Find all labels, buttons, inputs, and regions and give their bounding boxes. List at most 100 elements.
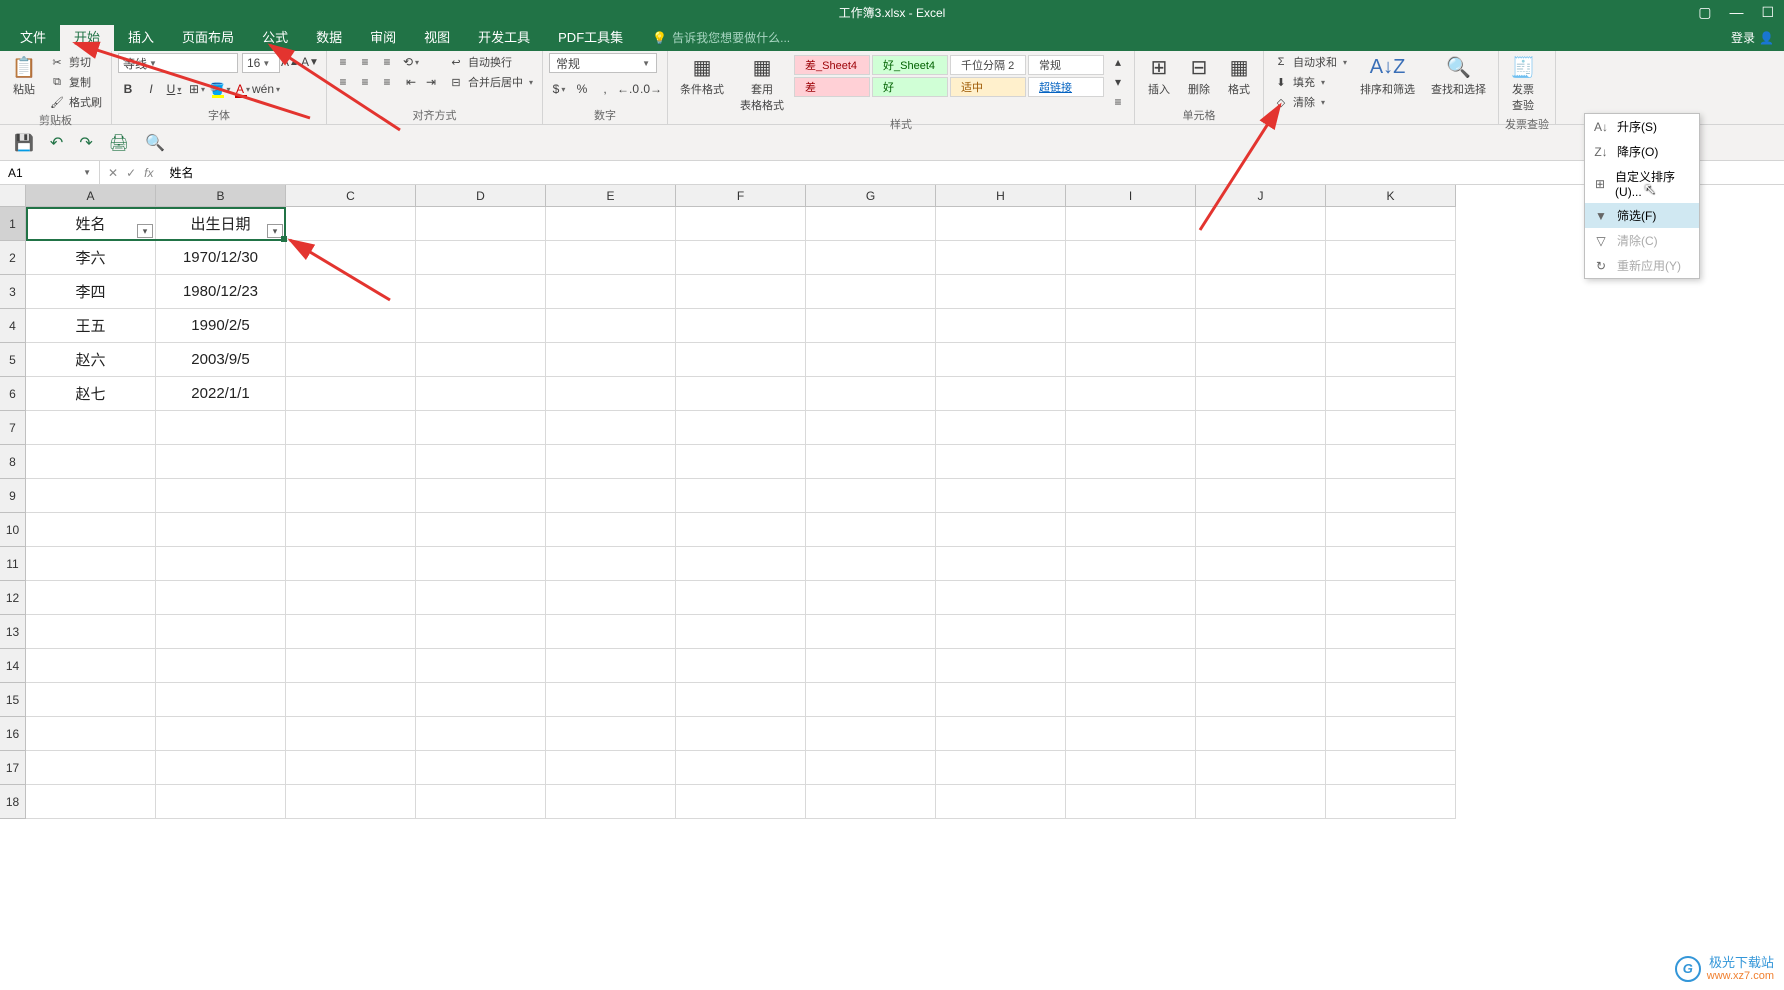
cell-B14[interactable] [156,649,286,683]
enter-formula-icon[interactable]: ✓ [126,166,136,180]
cell-E3[interactable] [546,275,676,309]
cell-E17[interactable] [546,751,676,785]
cell-E2[interactable] [546,241,676,275]
cell-G16[interactable] [806,717,936,751]
cell-I9[interactable] [1066,479,1196,513]
cell-E14[interactable] [546,649,676,683]
cell-F9[interactable] [676,479,806,513]
cell-H15[interactable] [936,683,1066,717]
cell-G15[interactable] [806,683,936,717]
cell-H6[interactable] [936,377,1066,411]
cell-D3[interactable] [416,275,546,309]
paste-button[interactable]: 📋 粘贴 [6,53,42,99]
cell-K8[interactable] [1326,445,1456,479]
maximize-icon[interactable]: ☐ [1761,4,1774,21]
cell-F14[interactable] [676,649,806,683]
cell-G1[interactable] [806,207,936,241]
cell-G6[interactable] [806,377,936,411]
cell-A1[interactable]: 姓名▾ [26,207,156,241]
cell-H13[interactable] [936,615,1066,649]
cell-H12[interactable] [936,581,1066,615]
cell-style-thousand[interactable]: 千位分隔 2 [950,55,1026,75]
cell-B17[interactable] [156,751,286,785]
cell-G17[interactable] [806,751,936,785]
formula-input[interactable]: 姓名 [161,162,1784,183]
cell-C15[interactable] [286,683,416,717]
cell-H10[interactable] [936,513,1066,547]
border-button[interactable]: ⊞▾ [187,80,207,98]
cell-I1[interactable] [1066,207,1196,241]
cell-A15[interactable] [26,683,156,717]
cell-C2[interactable] [286,241,416,275]
cell-C8[interactable] [286,445,416,479]
cell-G3[interactable] [806,275,936,309]
tab-file[interactable]: 文件 [6,22,60,51]
filter-dropdown-icon[interactable]: ▾ [267,224,283,238]
cell-C9[interactable] [286,479,416,513]
cell-F5[interactable] [676,343,806,377]
cell-E5[interactable] [546,343,676,377]
row-header-3[interactable]: 3 [0,275,26,309]
cell-D5[interactable] [416,343,546,377]
cell-G11[interactable] [806,547,936,581]
cell-C1[interactable] [286,207,416,241]
cell-C13[interactable] [286,615,416,649]
cell-G2[interactable] [806,241,936,275]
sort-filter-button[interactable]: A↓Z排序和筛选 [1354,53,1421,99]
font-name-input[interactable]: 等线▼ [118,53,238,73]
cell-K18[interactable] [1326,785,1456,819]
cell-A13[interactable] [26,615,156,649]
cell-C7[interactable] [286,411,416,445]
undo-button[interactable]: ↶ [50,133,63,153]
cell-D4[interactable] [416,309,546,343]
fill-color-button[interactable]: 🪣▾ [210,80,230,98]
menu-sort-desc[interactable]: Z↓降序(O) [1585,139,1699,164]
cell-B12[interactable] [156,581,286,615]
cell-C10[interactable] [286,513,416,547]
row-header-16[interactable]: 16 [0,717,26,751]
cell-style-good-sheet4[interactable]: 好_Sheet4 [872,55,948,75]
cell-A5[interactable]: 赵六 [26,343,156,377]
cell-A18[interactable] [26,785,156,819]
cell-H9[interactable] [936,479,1066,513]
decrease-decimal-button[interactable]: .0→ [641,80,661,98]
cell-F1[interactable] [676,207,806,241]
cell-D18[interactable] [416,785,546,819]
align-right-button[interactable]: ≡ [377,73,397,91]
row-header-17[interactable]: 17 [0,751,26,785]
cancel-formula-icon[interactable]: ✕ [108,166,118,180]
row-header-8[interactable]: 8 [0,445,26,479]
comma-format-button[interactable]: , [595,80,615,98]
column-header-E[interactable]: E [546,185,676,207]
column-header-C[interactable]: C [286,185,416,207]
cell-A12[interactable] [26,581,156,615]
cell-J1[interactable] [1196,207,1326,241]
cell-D7[interactable] [416,411,546,445]
cell-F15[interactable] [676,683,806,717]
cell-J10[interactable] [1196,513,1326,547]
cell-B15[interactable] [156,683,286,717]
cell-F13[interactable] [676,615,806,649]
cell-style-ok[interactable]: 好 [872,77,948,97]
cell-J6[interactable] [1196,377,1326,411]
cell-E8[interactable] [546,445,676,479]
cell-F3[interactable] [676,275,806,309]
cell-H11[interactable] [936,547,1066,581]
cell-J7[interactable] [1196,411,1326,445]
tab-formulas[interactable]: 公式 [248,22,302,51]
tab-page-layout[interactable]: 页面布局 [168,22,248,51]
cell-E16[interactable] [546,717,676,751]
cell-C5[interactable] [286,343,416,377]
increase-decimal-button[interactable]: ←.0 [618,80,638,98]
cell-F10[interactable] [676,513,806,547]
cell-I18[interactable] [1066,785,1196,819]
print-button[interactable]: 🖨 [109,133,129,153]
cell-H16[interactable] [936,717,1066,751]
cell-H3[interactable] [936,275,1066,309]
row-header-2[interactable]: 2 [0,241,26,275]
cell-style-neutral[interactable]: 适中 [950,77,1026,97]
redo-button[interactable]: ↷ [79,133,92,153]
cell-B16[interactable] [156,717,286,751]
cell-E12[interactable] [546,581,676,615]
cell-C3[interactable] [286,275,416,309]
